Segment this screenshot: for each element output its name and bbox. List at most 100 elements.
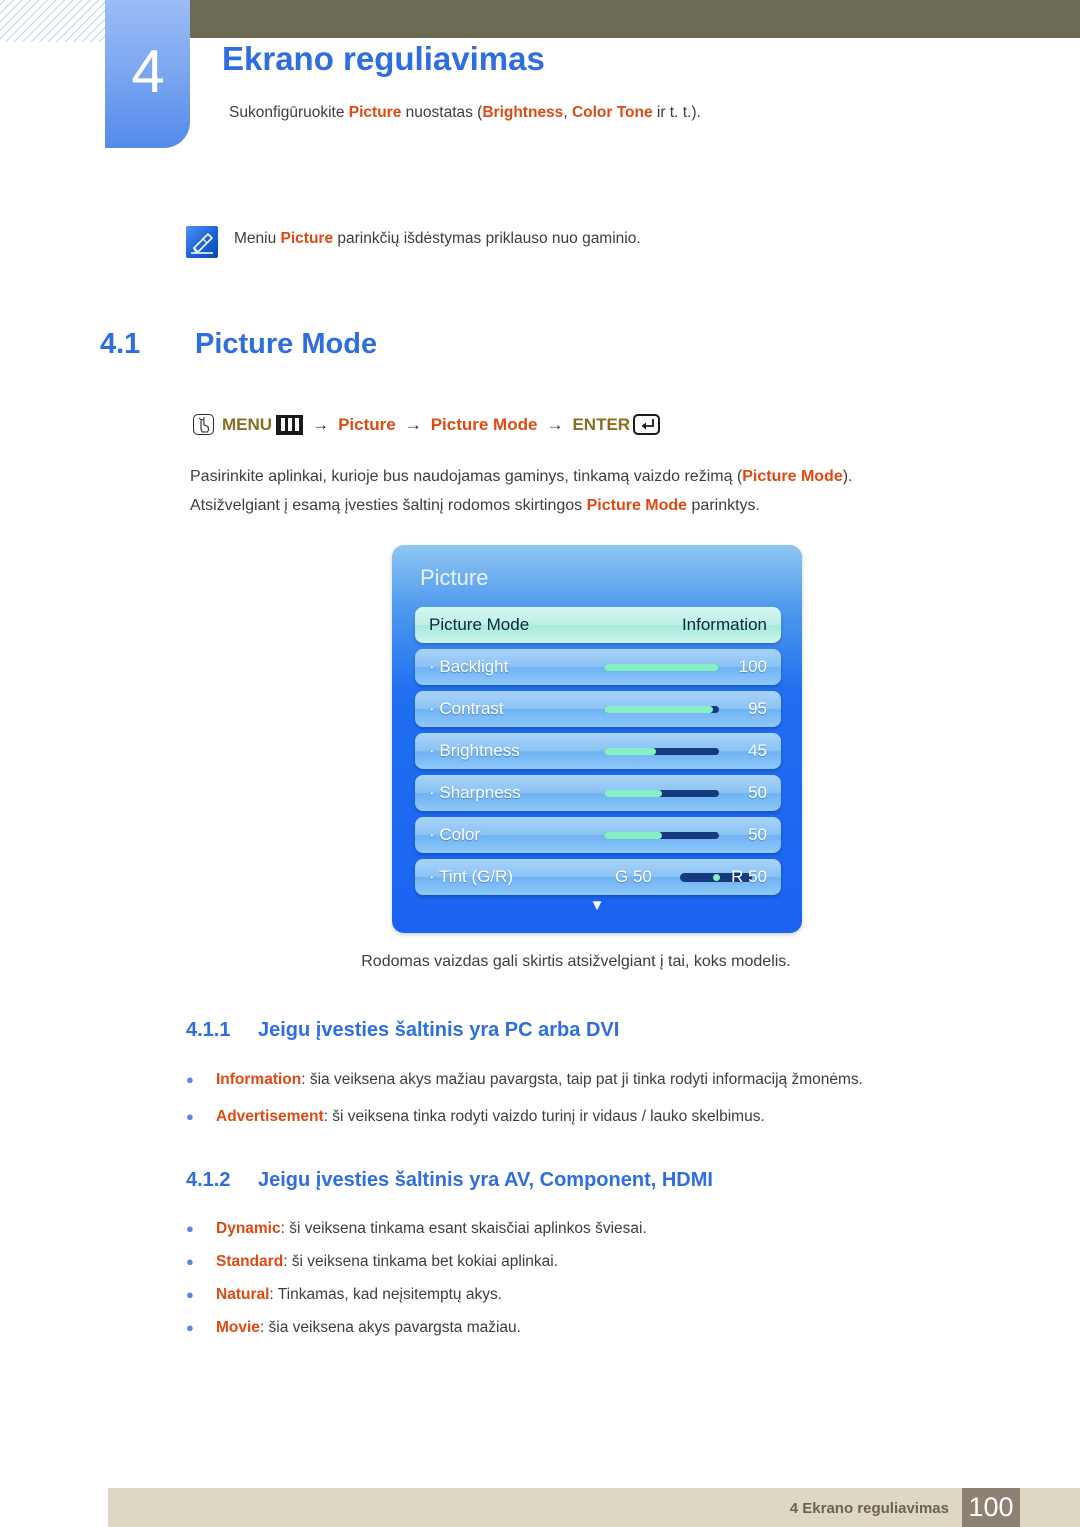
osd-tint-slider-knob[interactable] (712, 873, 720, 881)
bullet-dot-icon: ● (186, 1072, 194, 1087)
paragraph-1: Pasirinkite aplinkai, kurioje bus naudoj… (190, 468, 853, 486)
note-text-suffix: parinkčių išdėstymas priklauso nuo gamin… (333, 230, 641, 247)
osd-tint-left-value: G 50 (615, 867, 652, 886)
osd-title: Picture (420, 565, 489, 590)
osd-row-slider[interactable] (604, 705, 719, 713)
bullet-dot-icon: ● (186, 1287, 194, 1302)
osd-row-label: · Tint (G/R) (429, 867, 514, 886)
osd-row-label: · Sharpness (429, 783, 521, 802)
bullet-term: Information (216, 1071, 302, 1088)
subsection-heading-411: 4.1.1 Jeigu įvesties šaltinis yra PC arb… (186, 1019, 619, 1042)
osd-row[interactable]: · Backlight 100 (415, 649, 781, 685)
bullet-item: ● Advertisement: ši veiksena tinka rodyti… (186, 1108, 765, 1126)
osd-row[interactable]: Picture Mode Information (415, 607, 781, 643)
menu-path-arrow-2: → (404, 414, 422, 434)
osd-row-label: · Backlight (429, 657, 509, 676)
osd-row-value: Information (681, 615, 767, 634)
bullet-text: Standard: ši veiksena tinkama bet kokiai… (216, 1253, 558, 1271)
bullet-text: Natural: Tinkamas, kad neįsitemptų akys. (216, 1286, 502, 1304)
paragraph-2-b: parinktys. (687, 497, 760, 514)
note-block: Meniu Picture parinkčių išdėstymas prikl… (186, 226, 641, 258)
bullet-text: Advertisement: ši veiksena tinka rodyti … (216, 1108, 765, 1126)
osd-row-label: · Brightness (429, 741, 520, 760)
chapter-intro-term-colortone: Color Tone (571, 104, 653, 121)
bullet-text: Information: šia veiksena akys mažiau pa… (216, 1071, 863, 1089)
bullet-rest: : šia veiksena akys mažiau pavargsta, ta… (301, 1071, 863, 1088)
osd-row-label: Picture Mode (429, 615, 530, 634)
osd-row-slider-fill (604, 831, 662, 839)
paragraph-2-a: Atsižvelgiant į esamą įvesties šaltinį r… (190, 497, 587, 514)
osd-row-label: · Contrast (429, 699, 504, 718)
bullet-term: Standard (216, 1253, 284, 1270)
osd-row[interactable]: · Sharpness 50 (415, 775, 781, 811)
header-olive-bar (190, 0, 1080, 38)
osd-row-slider[interactable] (604, 831, 719, 839)
menu-path-item-picture: Picture (338, 414, 396, 434)
osd-tint-right-value: R 50 (731, 867, 767, 886)
menu-path: MENU → Picture → Picture Mode → ENTER (193, 414, 661, 435)
bullet-rest: : Tinkamas, kad neįsitemptų akys. (269, 1286, 503, 1303)
subsection-heading-412: 4.1.2 Jeigu įvesties šaltinis yra AV, Co… (186, 1169, 713, 1192)
note-pencil-icon (186, 226, 218, 258)
bullet-dot-icon: ● (186, 1221, 194, 1236)
osd-row-slider[interactable] (604, 789, 719, 797)
bullet-item: ● Natural: Tinkamas, kad neįsitemptų akys… (186, 1286, 502, 1304)
bullet-dot-icon: ● (186, 1109, 194, 1124)
bullet-term: Natural (216, 1286, 270, 1303)
osd-row-slider-fill (604, 747, 656, 755)
bullet-item: ● Movie: šia veiksena akys pavargsta maži… (186, 1319, 521, 1337)
note-text-prefix: Meniu (234, 230, 281, 247)
osd-row-slider[interactable] (604, 747, 719, 755)
osd-row[interactable]: · Contrast 95 (415, 691, 781, 727)
osd-row[interactable]: · Color 50 (415, 817, 781, 853)
paragraph-1-a: Pasirinkite aplinkai, kurioje bus naudoj… (190, 468, 743, 485)
chapter-intro-comma: , (563, 104, 572, 121)
bullet-text: Dynamic: ši veiksena tinkama esant skais… (216, 1220, 647, 1238)
bullet-item: ● Dynamic: ši veiksena tinkama esant skai… (186, 1220, 647, 1238)
manual-page: 4 Ekrano reguliavimas Sukonfigūruokite P… (0, 0, 1080, 1527)
menu-path-arrow-3: → (546, 414, 564, 434)
enter-label: ENTER (572, 414, 631, 434)
paragraph-1-b: ). (842, 468, 853, 485)
osd-row-value: 50 (748, 783, 767, 802)
osd-row[interactable]: · Tint (G/R) G 50 R 50 (415, 859, 781, 895)
menu-label: MENU (222, 414, 273, 434)
figure-caption: Rodomas vaizdas gali skirtis atsižvelgia… (361, 953, 791, 970)
osd-row-value: 45 (748, 741, 767, 760)
osd-row-label: · Color (429, 825, 481, 844)
osd-row[interactable]: · Brightness 45 (415, 733, 781, 769)
chapter-number: 4 (131, 38, 164, 105)
footer-text: 4 Ekrano reguliavimas (789, 1500, 949, 1517)
chapter-number-tab: 4 (105, 0, 190, 148)
menu-path-arrow-1: → (312, 414, 330, 434)
section-number: 4.1 (100, 328, 141, 360)
bullet-term: Movie (216, 1319, 260, 1336)
chapter-intro-term-picture: Picture (348, 104, 402, 121)
enter-key-icon (633, 414, 661, 435)
chapter-intro: Sukonfigūruokite Picture nuostatas (Brig… (229, 104, 701, 122)
subsection-title-412: Jeigu įvesties šaltinis yra AV, Componen… (258, 1169, 713, 1191)
chapter-intro-term-brightness: Brightness (482, 104, 564, 121)
section-title: Picture Mode (195, 328, 378, 360)
osd-row-value: 95 (748, 699, 767, 718)
osd-picture-menu: Picture Picture Mode Information · Backlig… (392, 545, 802, 933)
bullet-rest: : ši veiksena tinkama esant skaisčiai ap… (280, 1220, 647, 1237)
subsection-number-411: 4.1.1 (186, 1019, 231, 1041)
bullet-text: Movie: šia veiksena akys pavargsta mažia… (216, 1319, 521, 1337)
footer-page-number: 100 (962, 1488, 1020, 1527)
bullet-rest: : šia veiksena akys pavargsta mažiau. (259, 1319, 521, 1336)
chapter-intro-prefix: Sukonfigūruokite (229, 104, 349, 121)
subsection-title-411: Jeigu įvesties šaltinis yra PC arba DVI (258, 1019, 620, 1041)
bullet-term: Dynamic (216, 1220, 281, 1237)
bullet-term: Advertisement (216, 1108, 324, 1125)
osd-row-slider[interactable] (604, 663, 719, 671)
menu-bars-icon (276, 414, 304, 435)
bullet-item: ● Standard: ši veiksena tinkama bet kokia… (186, 1253, 558, 1271)
section-heading: 4.1 Picture Mode (100, 328, 377, 361)
subsection-number-412: 4.1.2 (186, 1169, 231, 1191)
hand-press-icon (193, 414, 214, 435)
bullet-rest: : ši veiksena tinkama bet kokiai aplinka… (283, 1253, 559, 1270)
osd-scroll-down-icon[interactable]: ▼ (392, 898, 802, 913)
chapter-intro-mid: nuostatas ( (401, 104, 483, 121)
note-text-term: Picture (280, 230, 334, 247)
